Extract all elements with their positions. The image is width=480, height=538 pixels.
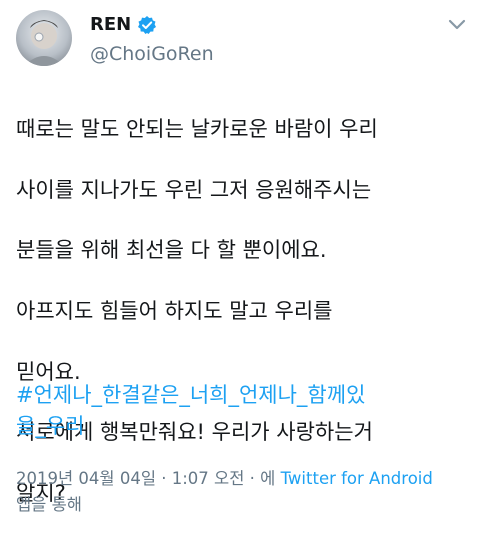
display-name[interactable]: REN (90, 14, 131, 35)
verified-badge-icon (137, 15, 157, 35)
chevron-down-icon[interactable] (448, 16, 466, 30)
tweet-body-line: 아프지도 힘들어 하지도 말고 우리를 (16, 299, 333, 324)
tweet-body-line: 분들을 위해 최선을 다 할 뿐이에요. (16, 238, 327, 263)
name-row: REN (90, 14, 157, 35)
timestamp[interactable]: 2019년 04월 04일 · 1:07 오전 · 에 (16, 469, 275, 488)
handle[interactable]: @ChoiGoRen (90, 43, 214, 65)
hashtag-line[interactable]: #언제나_한결같은_너희_언제나_함께있 (16, 380, 468, 411)
hashtag-link[interactable]: #언제나_한결같은_너희_언제나_함께있 을_우리 (16, 380, 468, 442)
tweet-metadata: 2019년 04월 04일 · 1:07 오전 · 에 Twitter for … (16, 466, 468, 518)
hashtag-line[interactable]: 을_우리 (16, 411, 468, 442)
avatar[interactable] (16, 10, 72, 66)
tweet-card: REN @ChoiGoRen 때로는 말도 안되는 날카로운 바람이 우리 사이… (0, 0, 480, 526)
source-link[interactable]: Twitter for Android (281, 469, 433, 488)
tweet-body-line: 사이를 지나가도 우린 그저 응원해주시는 (16, 177, 372, 202)
tweet-body-line: 때로는 말도 안되는 날카로운 바람이 우리 (16, 117, 378, 142)
via-suffix: 앱을 통해 (16, 495, 82, 514)
